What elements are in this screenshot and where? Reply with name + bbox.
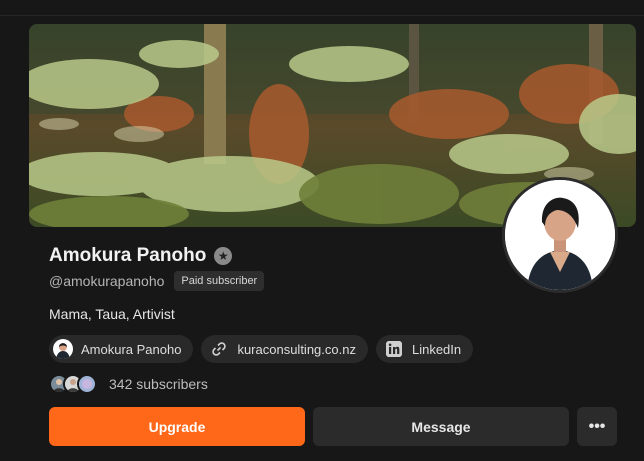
link-pill-linkedin[interactable]: LinkedIn <box>375 335 474 363</box>
profile-handle: @amokurapanoho <box>49 273 165 289</box>
link-label: LinkedIn <box>411 341 462 357</box>
profile-bio: Mama, Taua, Artivist <box>49 306 175 322</box>
profile-name: Amokura Panoho <box>49 245 207 266</box>
subscriber-count: 342 subscribers <box>109 376 208 392</box>
upgrade-button[interactable]: Upgrade <box>49 407 305 446</box>
link-pill-profile[interactable]: Amokura Panoho <box>49 335 194 363</box>
link-label: Amokura Panoho <box>81 341 182 357</box>
profile-links: Amokura Panoho kuraconsulting.co.nz Link… <box>49 335 474 363</box>
link-label: kuraconsulting.co.nz <box>237 341 356 357</box>
name-row: Amokura Panoho ★ <box>49 245 233 267</box>
linkedin-icon <box>384 339 404 359</box>
subscriber-summary[interactable]: 342 subscribers <box>49 374 208 394</box>
subscriber-avatars <box>49 374 97 394</box>
link-pill-website[interactable]: kuraconsulting.co.nz <box>201 335 368 363</box>
subscriber-avatar <box>77 374 97 394</box>
profile-avatar[interactable] <box>502 177 618 293</box>
top-divider <box>0 15 644 16</box>
more-options-button[interactable]: ••• <box>577 407 617 446</box>
paid-subscriber-badge: Paid subscriber <box>174 271 265 291</box>
avatar-icon <box>53 339 73 359</box>
star-badge-icon: ★ <box>214 247 233 265</box>
handle-row: @amokurapanoho Paid subscriber <box>49 271 265 291</box>
message-button[interactable]: Message <box>313 407 569 446</box>
link-icon <box>209 339 229 359</box>
